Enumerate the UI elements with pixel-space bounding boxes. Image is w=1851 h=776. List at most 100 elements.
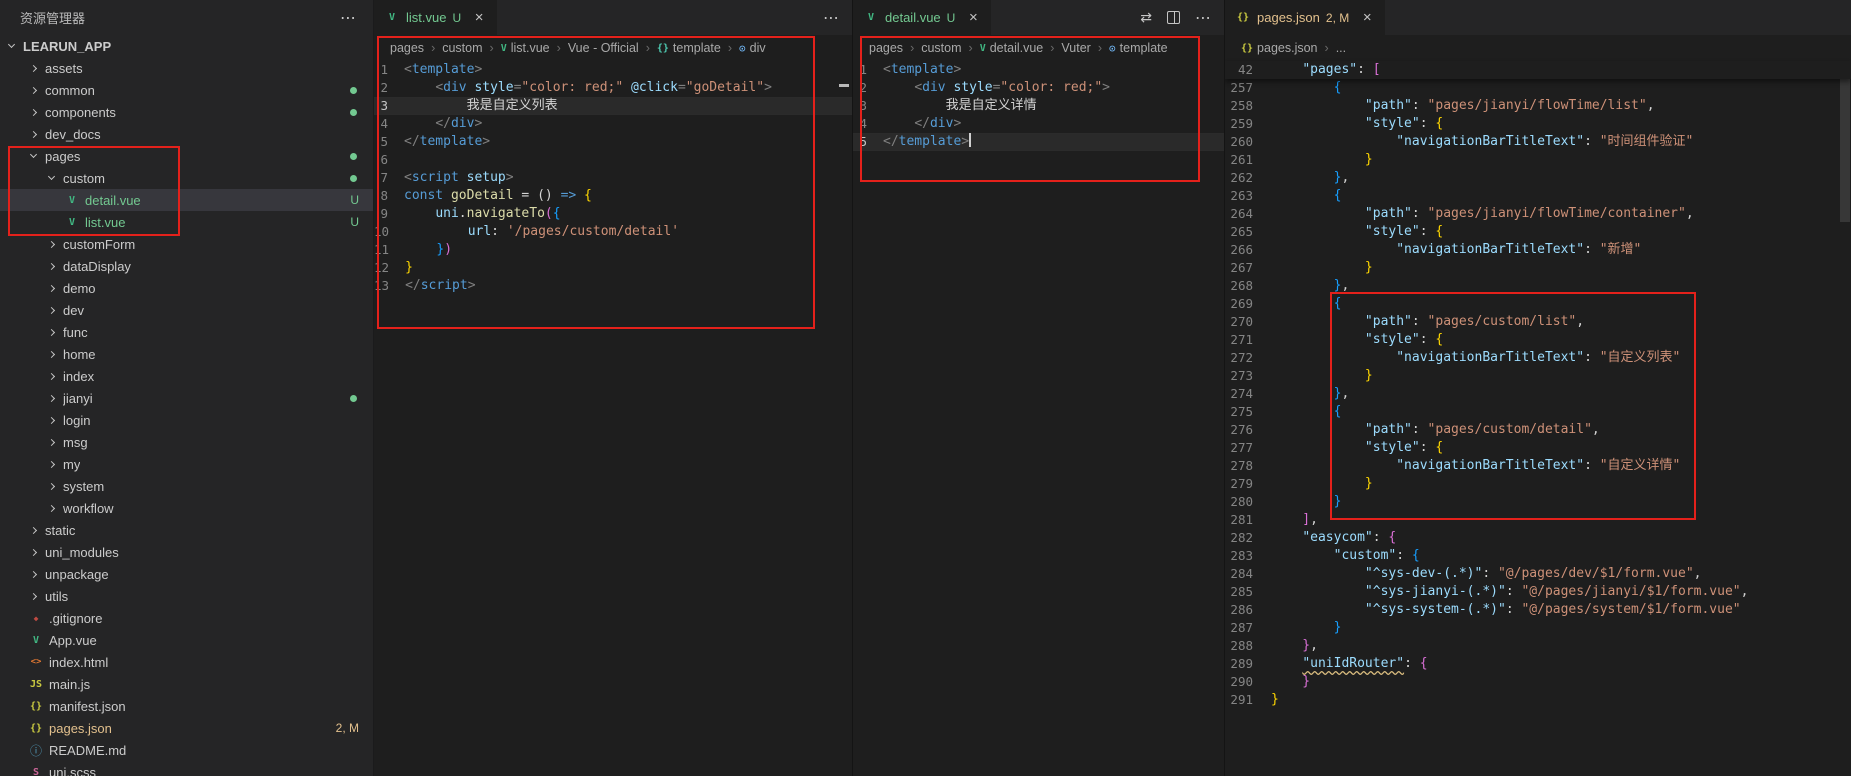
tree-item-jianyi[interactable]: jianyi xyxy=(0,387,373,409)
breadcrumb-item-pages[interactable]: pages xyxy=(390,41,424,55)
tree-item-index.html[interactable]: <>index.html xyxy=(0,651,373,673)
code-line-290[interactable]: 290 } xyxy=(1225,673,1851,691)
tree-item-main.js[interactable]: JSmain.js xyxy=(0,673,373,695)
code-line-2[interactable]: 2 <div style="color: red;"> xyxy=(853,79,1224,97)
code-line-274[interactable]: 274 }, xyxy=(1225,385,1851,403)
code-editor-pages-json[interactable]: 42 "pages": [257 {258 "path": "pages/jia… xyxy=(1225,61,1851,709)
compare-changes-icon[interactable]: ⇄ xyxy=(1140,9,1152,26)
tree-item-home[interactable]: home xyxy=(0,343,373,365)
tree-item-uni.scss[interactable]: Suni.scss xyxy=(0,761,373,776)
code-line-284[interactable]: 284 "^sys-dev-(.*)": "@/pages/dev/$1/for… xyxy=(1225,565,1851,583)
tab-pages-json[interactable]: {} pages.json 2, M × xyxy=(1225,0,1386,35)
breadcrumb-item-detail.vue[interactable]: Vdetail.vue xyxy=(980,41,1044,55)
breadcrumb-item-pages.json[interactable]: {}pages.json xyxy=(1241,41,1318,55)
code-line-13[interactable]: 13</script> xyxy=(374,277,852,295)
code-line-1[interactable]: 1<template> xyxy=(853,61,1224,79)
code-line-269[interactable]: 269 { xyxy=(1225,295,1851,313)
split-editor-icon[interactable] xyxy=(1167,11,1180,24)
code-line-42[interactable]: 42 "pages": [ xyxy=(1225,61,1851,79)
breadcrumb-item-pages[interactable]: pages xyxy=(869,41,903,55)
code-line-1[interactable]: 1<template> xyxy=(374,61,852,79)
breadcrumb-item-custom[interactable]: custom xyxy=(921,41,961,55)
tree-item-pages.json[interactable]: {}pages.json2, M xyxy=(0,717,373,739)
breadcrumb-item-list.vue[interactable]: Vlist.vue xyxy=(501,41,550,55)
code-line-273[interactable]: 273 } xyxy=(1225,367,1851,385)
breadcrumb-item-template[interactable]: ⊙template xyxy=(1109,41,1168,55)
tree-item-index[interactable]: index xyxy=(0,365,373,387)
code-line-8[interactable]: 8const goDetail = () => { xyxy=(374,187,852,205)
code-line-263[interactable]: 263 { xyxy=(1225,187,1851,205)
code-line-286[interactable]: 286 "^sys-system-(.*)": "@/pages/system/… xyxy=(1225,601,1851,619)
tree-item-my[interactable]: my xyxy=(0,453,373,475)
breadcrumb-item-...[interactable]: ... xyxy=(1336,41,1346,55)
code-line-5[interactable]: 5</template> xyxy=(374,133,852,151)
tree-item-login[interactable]: login xyxy=(0,409,373,431)
code-line-264[interactable]: 264 "path": "pages/jianyi/flowTime/conta… xyxy=(1225,205,1851,223)
tree-item-dev_docs[interactable]: dev_docs xyxy=(0,123,373,145)
code-line-6[interactable]: 6 xyxy=(374,151,852,169)
tree-item-README.md[interactable]: ⓘREADME.md xyxy=(0,739,373,761)
code-line-265[interactable]: 265 "style": { xyxy=(1225,223,1851,241)
code-line-267[interactable]: 267 } xyxy=(1225,259,1851,277)
code-line-260[interactable]: 260 "navigationBarTitleText": "时间组件验证" xyxy=(1225,133,1851,151)
breadcrumb-item-div[interactable]: ⊙div xyxy=(739,41,766,55)
tree-item-workflow[interactable]: workflow xyxy=(0,497,373,519)
code-line-287[interactable]: 287 } xyxy=(1225,619,1851,637)
tab-list-vue[interactable]: V list.vue U × xyxy=(374,0,498,35)
code-line-5[interactable]: 5</template> xyxy=(853,133,1224,151)
tree-item-demo[interactable]: demo xyxy=(0,277,373,299)
tree-item-dataDisplay[interactable]: dataDisplay xyxy=(0,255,373,277)
more-actions-icon[interactable]: ⋯ xyxy=(1195,8,1212,28)
tree-item-uni_modules[interactable]: uni_modules xyxy=(0,541,373,563)
tree-item-pages[interactable]: pages xyxy=(0,145,373,167)
tree-item-customForm[interactable]: customForm xyxy=(0,233,373,255)
code-line-262[interactable]: 262 }, xyxy=(1225,169,1851,187)
tree-item-App.vue[interactable]: VApp.vue xyxy=(0,629,373,651)
code-line-259[interactable]: 259 "style": { xyxy=(1225,115,1851,133)
code-line-289[interactable]: 289 "uniIdRouter": { xyxy=(1225,655,1851,673)
tree-item-utils[interactable]: utils xyxy=(0,585,373,607)
tree-item-msg[interactable]: msg xyxy=(0,431,373,453)
code-line-270[interactable]: 270 "path": "pages/custom/list", xyxy=(1225,313,1851,331)
close-icon[interactable]: × xyxy=(1359,9,1375,26)
more-actions-icon[interactable]: ⋯ xyxy=(823,8,840,28)
code-line-288[interactable]: 288 }, xyxy=(1225,637,1851,655)
breadcrumb-item-template[interactable]: {}template xyxy=(657,41,721,55)
tree-item-detail.vue[interactable]: Vdetail.vueU xyxy=(0,189,373,211)
tree-item-system[interactable]: system xyxy=(0,475,373,497)
code-line-257[interactable]: 257 { xyxy=(1225,79,1851,97)
code-line-4[interactable]: 4 </div> xyxy=(853,115,1224,133)
tree-item-unpackage[interactable]: unpackage xyxy=(0,563,373,585)
breadcrumb-item-Vue-Official[interactable]: Vue - Official xyxy=(568,41,639,55)
tree-item-func[interactable]: func xyxy=(0,321,373,343)
code-editor-detail-vue[interactable]: 1<template>2 <div style="color: red;">3 … xyxy=(853,61,1224,151)
tree-item-manifest.json[interactable]: {}manifest.json xyxy=(0,695,373,717)
code-line-281[interactable]: 281 ], xyxy=(1225,511,1851,529)
code-line-9[interactable]: 9 uni.navigateTo({ xyxy=(374,205,852,223)
tree-item-common[interactable]: common xyxy=(0,79,373,101)
code-line-282[interactable]: 282 "easycom": { xyxy=(1225,529,1851,547)
vertical-scrollbar[interactable] xyxy=(1840,62,1850,222)
code-line-285[interactable]: 285 "^sys-jianyi-(.*)": "@/pages/jianyi/… xyxy=(1225,583,1851,601)
code-line-277[interactable]: 277 "style": { xyxy=(1225,439,1851,457)
tree-item-static[interactable]: static xyxy=(0,519,373,541)
breadcrumb-item-custom[interactable]: custom xyxy=(442,41,482,55)
code-line-268[interactable]: 268 }, xyxy=(1225,277,1851,295)
code-line-280[interactable]: 280 } xyxy=(1225,493,1851,511)
code-line-3[interactable]: 3 我是自定义列表 xyxy=(374,97,852,115)
code-line-283[interactable]: 283 "custom": { xyxy=(1225,547,1851,565)
tree-item-list.vue[interactable]: Vlist.vueU xyxy=(0,211,373,233)
code-line-7[interactable]: 7<script setup> xyxy=(374,169,852,187)
code-editor-list-vue[interactable]: 1<template>2 <div style="color: red;" @c… xyxy=(374,61,852,295)
code-line-279[interactable]: 279 } xyxy=(1225,475,1851,493)
code-line-271[interactable]: 271 "style": { xyxy=(1225,331,1851,349)
close-icon[interactable]: × xyxy=(471,9,487,26)
tree-item-components[interactable]: components xyxy=(0,101,373,123)
code-line-261[interactable]: 261 } xyxy=(1225,151,1851,169)
code-line-11[interactable]: 11 }) xyxy=(374,241,852,259)
code-line-4[interactable]: 4 </div> xyxy=(374,115,852,133)
code-line-10[interactable]: 10 url: '/pages/custom/detail' xyxy=(374,223,852,241)
explorer-root-folder[interactable]: LEARUN_APP xyxy=(0,35,373,57)
tree-item-.gitignore[interactable]: ◆.gitignore xyxy=(0,607,373,629)
tab-detail-vue[interactable]: V detail.vue U × xyxy=(853,0,992,35)
